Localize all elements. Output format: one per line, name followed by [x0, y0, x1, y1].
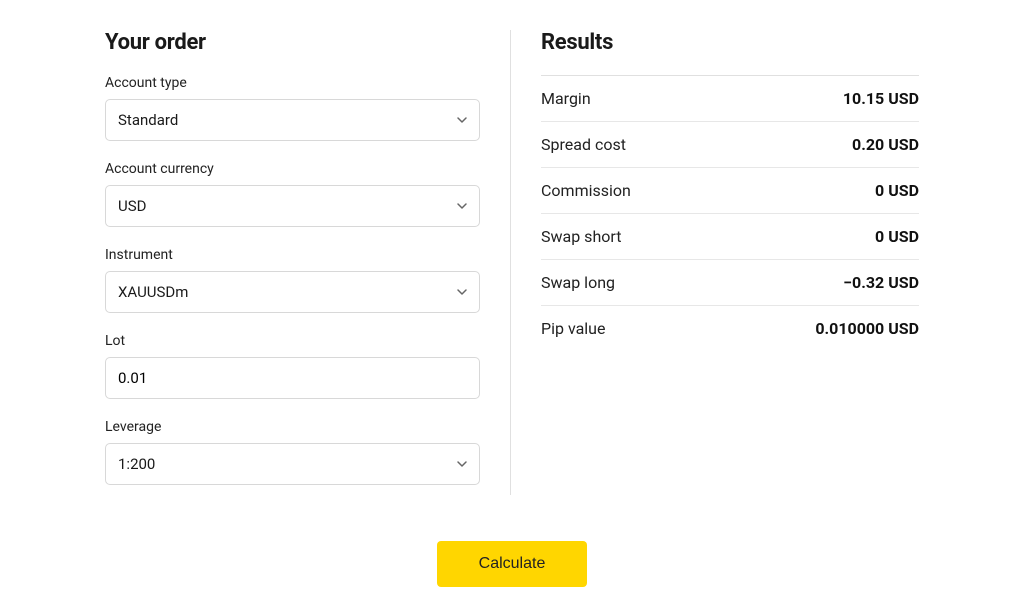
select-account-type[interactable]: Standard [105, 99, 480, 141]
result-value: 0.20 USD [852, 135, 919, 154]
select-instrument[interactable]: XAUUSDm [105, 271, 480, 313]
field-lot: Lot [105, 333, 480, 399]
select-account-type-value: Standard [118, 111, 178, 129]
results-panel: Results Margin 10.15 USD Spread cost 0.2… [541, 30, 919, 505]
label-lot: Lot [105, 333, 480, 349]
results-title: Results [541, 30, 919, 55]
result-row-pip-value: Pip value 0.010000 USD [541, 306, 919, 351]
calculate-button[interactable]: Calculate [437, 541, 588, 587]
field-account-type: Account type Standard [105, 75, 480, 141]
field-instrument: Instrument XAUUSDm [105, 247, 480, 313]
label-instrument: Instrument [105, 247, 480, 263]
select-instrument-value: XAUUSDm [118, 283, 188, 301]
input-lot[interactable] [105, 357, 480, 399]
result-row-swap-short: Swap short 0 USD [541, 214, 919, 260]
field-leverage: Leverage 1:200 [105, 419, 480, 485]
result-label: Swap short [541, 227, 621, 246]
order-title: Your order [105, 30, 480, 55]
result-label: Spread cost [541, 135, 626, 154]
result-value: 10.15 USD [843, 89, 919, 108]
field-account-currency: Account currency USD [105, 161, 480, 227]
result-label: Swap long [541, 273, 615, 292]
select-account-currency-value: USD [118, 197, 146, 215]
result-value: 0 USD [875, 181, 919, 200]
select-leverage-value: 1:200 [118, 455, 155, 473]
result-value: 0.010000 USD [815, 319, 919, 338]
result-value: 0 USD [875, 227, 919, 246]
result-row-swap-long: Swap long −0.32 USD [541, 260, 919, 306]
result-label: Commission [541, 181, 631, 200]
results-list: Margin 10.15 USD Spread cost 0.20 USD Co… [541, 76, 919, 351]
result-label: Margin [541, 89, 591, 108]
result-row-commission: Commission 0 USD [541, 168, 919, 214]
result-value: −0.32 USD [843, 273, 919, 292]
action-row: Calculate [105, 541, 919, 587]
label-leverage: Leverage [105, 419, 480, 435]
select-account-currency[interactable]: USD [105, 185, 480, 227]
result-row-margin: Margin 10.15 USD [541, 76, 919, 122]
order-panel: Your order Account type Standard Account… [105, 30, 510, 505]
result-row-spread-cost: Spread cost 0.20 USD [541, 122, 919, 168]
label-account-type: Account type [105, 75, 480, 91]
select-leverage[interactable]: 1:200 [105, 443, 480, 485]
label-account-currency: Account currency [105, 161, 480, 177]
result-label: Pip value [541, 319, 605, 338]
vertical-divider [510, 30, 511, 495]
